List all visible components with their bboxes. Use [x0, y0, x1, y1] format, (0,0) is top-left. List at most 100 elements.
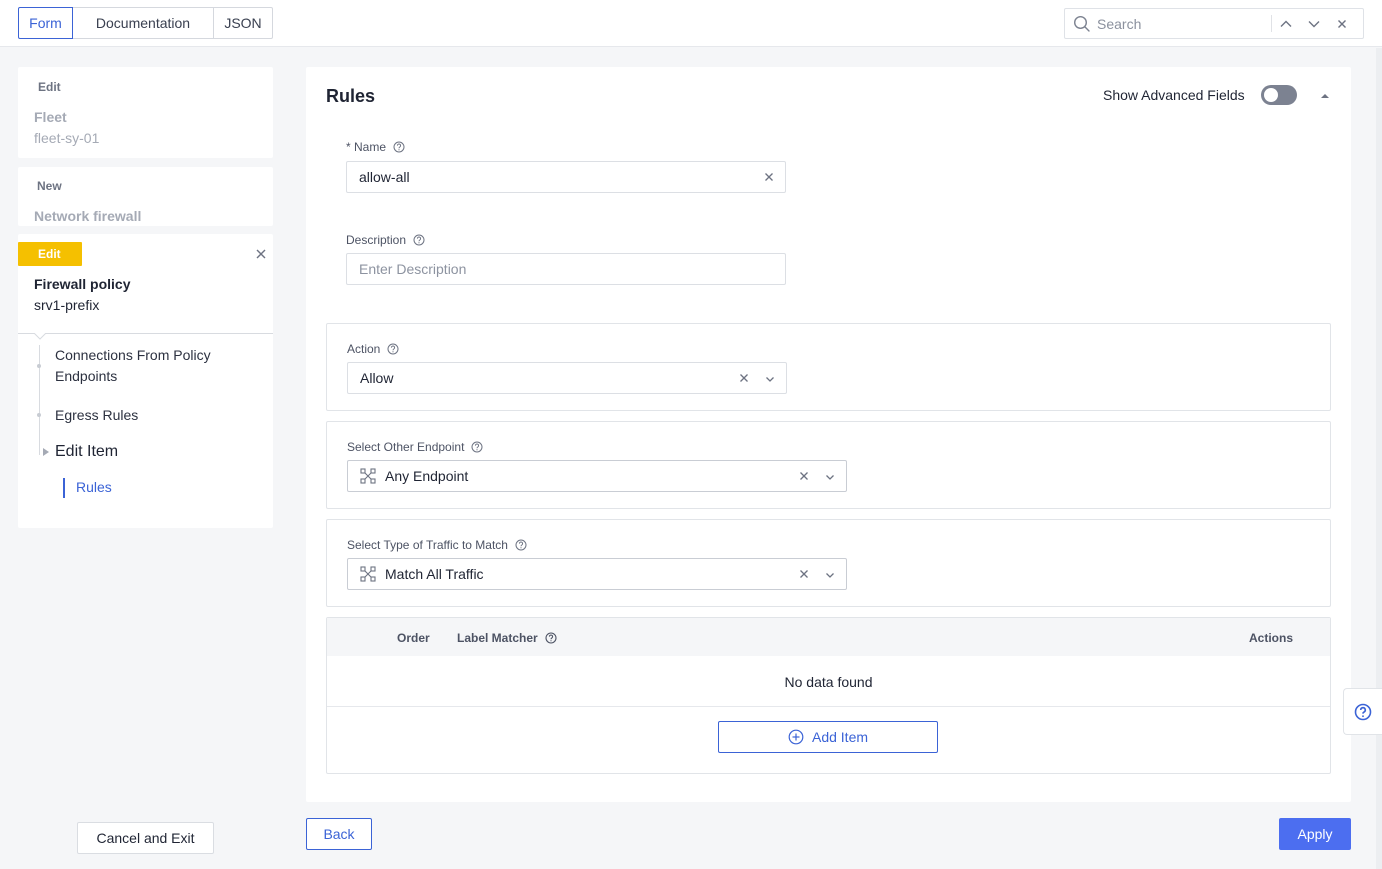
endpoint-section: Select Other Endpoint Any Endpoint	[326, 421, 1331, 509]
column-order: Order	[397, 631, 430, 645]
clear-icon[interactable]	[798, 470, 810, 482]
traffic-section: Select Type of Traffic to Match Match Al…	[326, 519, 1331, 607]
column-label-matcher-text: Label Matcher	[457, 631, 538, 645]
help-icon[interactable]	[471, 441, 483, 453]
empty-state: No data found	[784, 674, 873, 690]
fleet-title: Fleet	[34, 109, 67, 125]
floating-help-button[interactable]	[1343, 688, 1382, 735]
plus-circle-icon	[788, 729, 804, 745]
toggle-knob	[1264, 88, 1278, 102]
column-actions: Actions	[1249, 631, 1294, 645]
action-select[interactable]: Allow	[347, 362, 787, 394]
network-nodes-icon	[360, 468, 376, 484]
tree-item-connections-line2: Endpoints	[55, 368, 118, 384]
chevron-down-icon[interactable]	[764, 373, 776, 385]
tree-line	[39, 345, 40, 455]
network-title: Network firewall	[34, 208, 142, 224]
chevron-down-icon	[1308, 20, 1320, 27]
clear-icon[interactable]	[738, 372, 750, 384]
name-value: allow-all	[359, 169, 410, 185]
action-section: Action Allow	[326, 323, 1331, 411]
chevron-down-icon[interactable]	[824, 471, 836, 483]
traffic-value: Match All Traffic	[385, 566, 484, 582]
help-icon[interactable]	[515, 539, 527, 551]
description-field[interactable]: Enter Description	[346, 253, 786, 285]
description-placeholder: Enter Description	[359, 261, 467, 277]
policy-value: srv1-prefix	[34, 297, 100, 313]
clear-icon[interactable]	[798, 568, 810, 580]
search-input[interactable]	[1097, 15, 1267, 32]
help-icon[interactable]	[393, 141, 405, 153]
scrollbar[interactable]	[1376, 48, 1382, 869]
active-indicator	[63, 478, 65, 498]
caret-up-icon	[1321, 94, 1329, 98]
network-firewall-card[interactable]: New Network firewall	[18, 167, 273, 226]
tree-item-egress-rules[interactable]: Egress Rules	[55, 405, 138, 426]
tree-item-rules[interactable]: Rules	[76, 477, 112, 498]
description-label-text: Description	[346, 233, 407, 247]
endpoint-value: Any Endpoint	[385, 468, 469, 484]
view-tabs: Form Documentation JSON	[18, 7, 273, 39]
tree-item-edit-item[interactable]: Edit Item	[55, 441, 118, 462]
label-matcher-table: Order Label Matcher Actions No data foun…	[326, 617, 1331, 774]
rules-panel: Rules Show Advanced Fields * Name allow-…	[306, 67, 1351, 802]
tab-documentation[interactable]: Documentation	[73, 7, 214, 39]
endpoint-label: Select Other Endpoint	[347, 440, 483, 454]
advanced-fields-label: Show Advanced Fields	[1103, 87, 1245, 103]
chevron-down-icon[interactable]	[824, 569, 836, 581]
help-icon[interactable]	[413, 234, 425, 246]
divider	[18, 333, 273, 334]
tree-item-connections-line1: Connections From Policy	[55, 347, 211, 363]
policy-title: Firewall policy	[34, 276, 131, 292]
help-icon[interactable]	[545, 632, 557, 644]
name-field[interactable]: allow-all	[346, 161, 786, 193]
close-icon[interactable]	[255, 248, 267, 260]
endpoint-label-text: Select Other Endpoint	[347, 440, 465, 454]
tab-form[interactable]: Form	[18, 7, 73, 39]
action-label: Action	[347, 342, 399, 356]
fleet-tag: Edit	[38, 80, 61, 94]
cancel-and-exit-button[interactable]: Cancel and Exit	[77, 822, 214, 854]
action-label-text: Action	[347, 342, 381, 356]
traffic-label-text: Select Type of Traffic to Match	[347, 538, 508, 552]
description-label: Description	[346, 233, 425, 247]
back-button[interactable]: Back	[306, 818, 372, 850]
tree-item-connections[interactable]: Connections From Policy Endpoints	[55, 345, 211, 387]
fleet-value: fleet-sy-01	[34, 130, 100, 146]
page-title: Rules	[326, 86, 376, 106]
help-icon[interactable]	[387, 343, 399, 355]
search-close-button[interactable]	[1328, 10, 1356, 38]
action-value: Allow	[360, 370, 394, 386]
add-item-label: Add Item	[811, 729, 869, 745]
advanced-fields-toggle[interactable]	[1261, 85, 1297, 105]
clear-icon[interactable]	[763, 171, 775, 183]
pointer-notch	[34, 333, 46, 340]
top-bar: Form Documentation JSON	[0, 0, 1382, 47]
tree-dot	[37, 364, 41, 368]
table-divider	[327, 706, 1330, 707]
name-label-text: * Name	[346, 140, 387, 154]
network-tag: New	[37, 179, 62, 193]
tab-json[interactable]: JSON	[214, 7, 273, 39]
apply-button[interactable]: Apply	[1279, 818, 1351, 850]
endpoint-select[interactable]: Any Endpoint	[347, 460, 847, 492]
search-next-button[interactable]	[1300, 10, 1328, 38]
traffic-label: Select Type of Traffic to Match	[347, 538, 527, 552]
traffic-select[interactable]: Match All Traffic	[347, 558, 847, 590]
table-header: Order Label Matcher Actions	[327, 618, 1330, 656]
caret-right-icon	[43, 448, 49, 456]
chevron-up-icon	[1280, 20, 1292, 27]
search-box	[1064, 8, 1364, 39]
close-icon	[1338, 19, 1346, 28]
add-item-button[interactable]: Add Item	[718, 721, 938, 753]
question-circle-icon	[1354, 703, 1372, 720]
search-prev-button[interactable]	[1272, 10, 1300, 38]
edit-badge: Edit	[18, 242, 82, 266]
fleet-card[interactable]: Edit Fleet fleet-sy-01	[18, 67, 273, 158]
name-label: * Name	[346, 140, 405, 154]
tree-dot	[37, 413, 41, 417]
collapse-button[interactable]	[1315, 86, 1335, 106]
search-icon	[1073, 15, 1090, 32]
network-nodes-icon	[360, 566, 376, 582]
column-label-matcher: Label Matcher	[457, 631, 557, 645]
